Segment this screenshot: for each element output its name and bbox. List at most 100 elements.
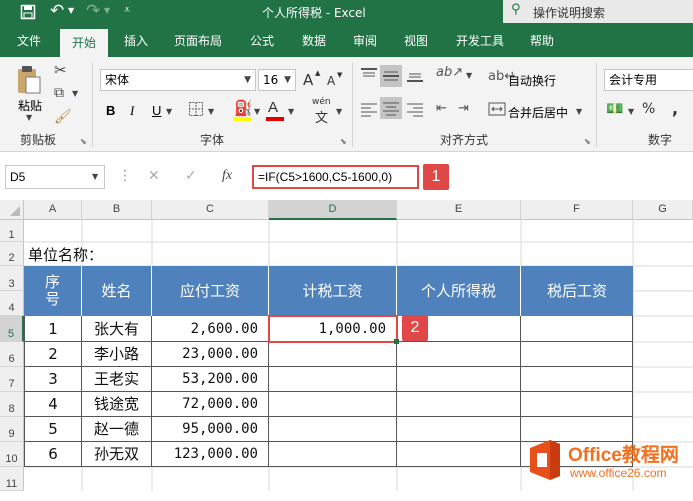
table-cell-no[interactable]: 2	[24, 342, 82, 367]
cut-icon[interactable]: ✂	[54, 61, 67, 79]
header-name[interactable]: 姓名	[82, 266, 152, 316]
align-right-icon[interactable]	[406, 101, 424, 117]
percent-style-button[interactable]: %	[642, 101, 655, 117]
copy-icon[interactable]: ⧉	[54, 85, 64, 101]
shrink-font-icon[interactable]: A	[327, 74, 335, 88]
paste-label[interactable]: 粘贴	[18, 97, 42, 114]
table-cell-taxable[interactable]	[269, 367, 397, 392]
table-cell-tax[interactable]	[397, 342, 521, 367]
table-cell-after-tax[interactable]	[521, 392, 633, 417]
wrap-text-button[interactable]: 自动换行	[508, 72, 556, 89]
table-cell-pay[interactable]: 2,600.00	[152, 316, 269, 342]
cancel-icon[interactable]: ✕	[148, 168, 160, 184]
row-header-11[interactable]: 11	[0, 467, 24, 491]
table-cell-after-tax[interactable]	[521, 316, 633, 342]
redo-icon[interactable]: ↷	[86, 1, 100, 21]
formula-input[interactable]: =IF(C5>1600,C5-1600,0)	[252, 165, 419, 189]
tab-review[interactable]: 审阅	[343, 25, 387, 57]
paste-dropdown-icon[interactable]: ▼	[26, 113, 32, 122]
column-header-d[interactable]: D	[269, 200, 397, 220]
header-income-tax[interactable]: 个人所得税	[397, 266, 521, 316]
insert-function-icon[interactable]: fx	[222, 168, 232, 184]
table-cell-taxable[interactable]	[269, 417, 397, 442]
align-left-icon[interactable]	[360, 101, 378, 117]
phonetic-guide-icon[interactable]: wén	[312, 97, 331, 107]
namebox-dropdown-icon[interactable]: ▼	[92, 172, 98, 181]
align-bottom-icon[interactable]	[406, 67, 424, 83]
row-header-5[interactable]: 5	[0, 316, 24, 342]
table-cell-taxable[interactable]	[269, 442, 397, 467]
tab-insert[interactable]: 插入	[114, 25, 158, 57]
fill-color-dropdown-icon[interactable]: ▼	[254, 107, 260, 116]
tab-formulas[interactable]: 公式	[240, 25, 284, 57]
column-header-e[interactable]: E	[397, 200, 521, 220]
increase-indent-icon[interactable]: ⇥	[458, 101, 469, 116]
row-header-10[interactable]: 10	[0, 442, 24, 467]
tab-help[interactable]: 帮助	[520, 25, 564, 57]
column-header-a[interactable]: A	[24, 200, 82, 220]
tab-data[interactable]: 数据	[292, 25, 336, 57]
merge-dropdown-icon[interactable]: ▼	[576, 107, 582, 116]
font-color-dropdown-icon[interactable]: ▼	[288, 107, 294, 116]
table-cell-name[interactable]: 赵一德	[82, 417, 152, 442]
row-header-9[interactable]: 9	[0, 417, 24, 442]
fill-handle[interactable]	[394, 339, 399, 344]
column-header-b[interactable]: B	[82, 200, 152, 220]
table-cell-tax[interactable]	[397, 392, 521, 417]
row-header-2[interactable]: 2	[0, 242, 24, 266]
table-cell-name[interactable]: 钱途宽	[82, 392, 152, 417]
tab-home[interactable]: 开始	[60, 29, 108, 57]
comma-style-button[interactable]: ,	[672, 99, 678, 118]
column-header-f[interactable]: F	[521, 200, 633, 220]
table-cell-no[interactable]: 3	[24, 367, 82, 392]
formula-bar-grip-icon[interactable]: ⋮	[118, 168, 132, 184]
number-format-select[interactable]: 会计专用	[604, 69, 693, 91]
select-all-corner[interactable]	[0, 200, 24, 220]
grow-font-icon[interactable]: A	[303, 71, 313, 89]
table-cell-name[interactable]: 李小路	[82, 342, 152, 367]
table-cell-name[interactable]: 张大有	[82, 316, 152, 342]
font-name-select[interactable]: 宋体 ▼	[100, 69, 256, 91]
fill-color-icon[interactable]: ⛽	[234, 99, 253, 117]
borders-dropdown-icon[interactable]: ▼	[208, 107, 214, 116]
clipboard-launcher-icon[interactable]: ⬊	[80, 137, 87, 146]
table-cell-tax[interactable]	[397, 367, 521, 392]
row-header-8[interactable]: 8	[0, 392, 24, 417]
table-cell-pay[interactable]: 95,000.00	[152, 417, 269, 442]
table-cell-pay[interactable]: 72,000.00	[152, 392, 269, 417]
table-cell-taxable[interactable]	[269, 392, 397, 417]
font-launcher-icon[interactable]: ⬊	[340, 137, 347, 146]
underline-dropdown-icon[interactable]: ▼	[166, 107, 172, 116]
align-middle-icon[interactable]	[380, 65, 402, 87]
row-header-4[interactable]: 4	[0, 291, 24, 316]
table-cell-no[interactable]: 5	[24, 417, 82, 442]
orientation-icon[interactable]: ab↗	[436, 65, 463, 80]
redo-dropdown-icon[interactable]: ▼	[104, 6, 110, 15]
tab-page-layout[interactable]: 页面布局	[166, 25, 230, 57]
bold-button[interactable]: B	[106, 103, 115, 118]
tab-developer[interactable]: 开发工具	[448, 25, 512, 57]
orientation-dropdown-icon[interactable]: ▼	[466, 71, 472, 80]
customize-qat-icon[interactable]: ⩡	[124, 3, 130, 17]
header-serial-no[interactable]: 序 号	[24, 266, 82, 316]
table-cell-taxable[interactable]	[269, 342, 397, 367]
decrease-indent-icon[interactable]: ⇤	[436, 101, 447, 116]
table-cell-no[interactable]: 4	[24, 392, 82, 417]
name-box[interactable]: D5	[5, 165, 105, 189]
column-header-c[interactable]: C	[152, 200, 269, 220]
accounting-dropdown-icon[interactable]: ▼	[628, 107, 634, 116]
merge-center-button[interactable]: 合并后居中	[508, 104, 568, 121]
table-cell-tax[interactable]	[397, 417, 521, 442]
row-header-3[interactable]: 3	[0, 266, 24, 291]
header-after-tax-wage[interactable]: 税后工资	[521, 266, 633, 316]
table-cell-pay[interactable]: 53,200.00	[152, 367, 269, 392]
tab-view[interactable]: 视图	[394, 25, 438, 57]
align-center-icon[interactable]	[380, 97, 402, 119]
row-header-6[interactable]: 6	[0, 342, 24, 367]
phonetic-dropdown-icon[interactable]: ▼	[336, 107, 342, 116]
column-header-g[interactable]: G	[633, 200, 693, 220]
enter-icon[interactable]: ✓	[185, 168, 197, 184]
copy-dropdown-icon[interactable]: ▼	[72, 89, 78, 98]
font-color-icon[interactable]: A	[268, 99, 278, 116]
table-cell-name[interactable]: 孙无双	[82, 442, 152, 467]
